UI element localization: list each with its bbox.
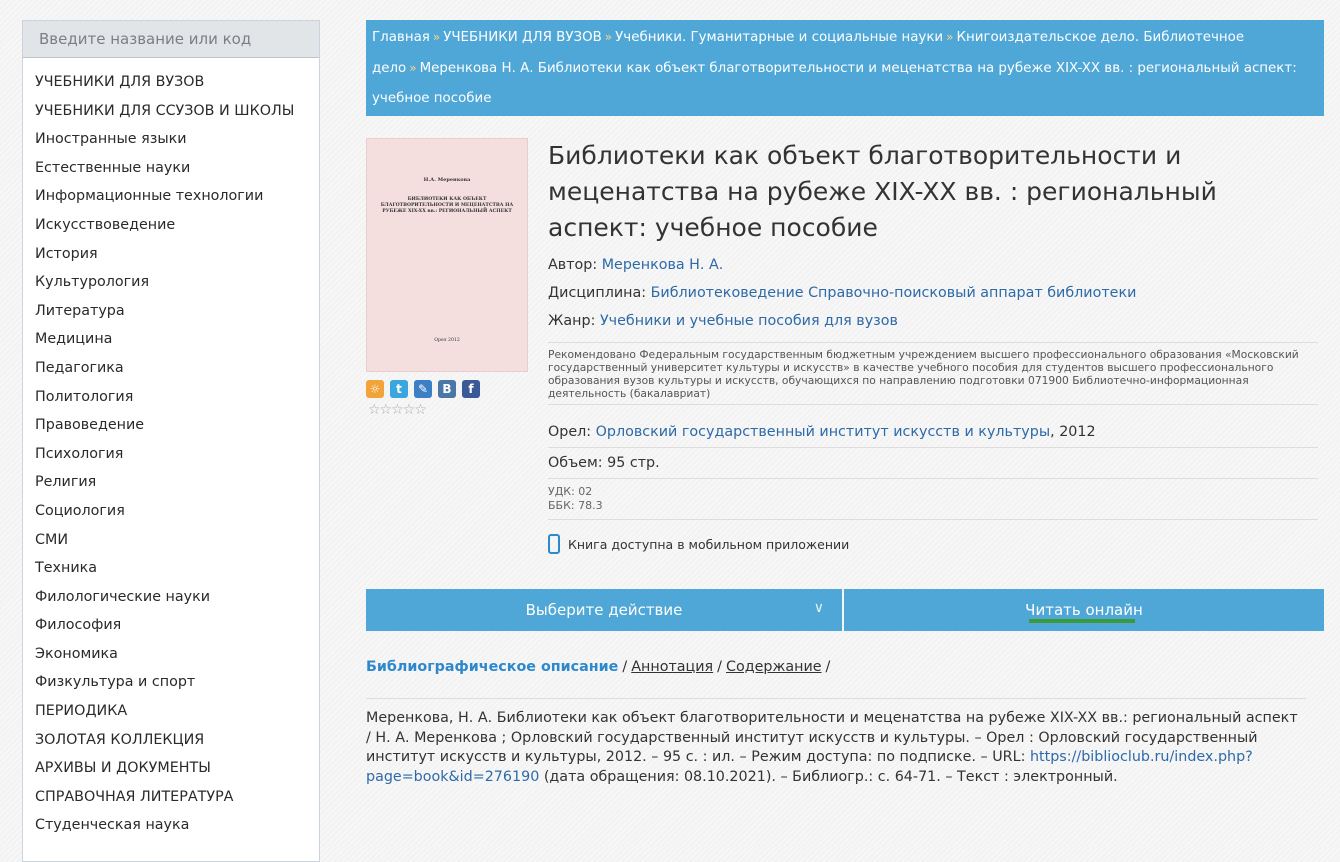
tab-separator: / xyxy=(622,659,628,675)
sidebar-item[interactable]: АРХИВЫ И ДОКУМЕНТЫ xyxy=(35,754,319,783)
city-label: Орел: xyxy=(548,424,596,440)
breadcrumb-separator: » xyxy=(409,61,417,75)
livejournal-icon[interactable]: ✎ xyxy=(414,380,432,398)
classification-codes: УДК: 02 ББК: 78.3 xyxy=(548,479,1318,520)
action-bar: Выберите действие ∨ Читать онлайн xyxy=(366,589,1324,631)
sidebar-item[interactable]: УЧЕБНИКИ ДЛЯ ВУЗОВ xyxy=(35,68,319,97)
facebook-icon[interactable]: f xyxy=(462,380,480,398)
sidebar-item[interactable]: Правоведение xyxy=(35,411,319,440)
author-line: Автор: Меренкова Н. А. xyxy=(548,256,1318,274)
vk-like-icon[interactable]: ☼ xyxy=(366,380,384,398)
sidebar-item[interactable]: ПЕРИОДИКА xyxy=(35,697,319,726)
tab-separator: / xyxy=(717,659,722,675)
author-link[interactable]: Меренкова Н. А. xyxy=(602,257,724,273)
cover-author: Н.А. Меренкова xyxy=(423,177,471,183)
biblio-text-end: (дата обращения: 08.10.2021). – Библиогр… xyxy=(539,768,1118,785)
sidebar: УЧЕБНИКИ ДЛЯ ВУЗОВ УЧЕБНИКИ ДЛЯ ССУЗОВ И… xyxy=(22,20,320,862)
publisher-line: Орел: Орловский государственный институт… xyxy=(548,421,1318,448)
mobile-availability-text: Книга доступна в мобильном приложении xyxy=(568,536,850,552)
book-info: Библиотеки как объект благотворительност… xyxy=(548,138,1318,554)
twitter-icon[interactable]: t xyxy=(390,380,408,398)
cover-city-year: Орел 2012 xyxy=(434,338,460,343)
sidebar-item[interactable]: Религия xyxy=(35,468,319,497)
publish-year: , 2012 xyxy=(1050,424,1096,440)
sidebar-item[interactable]: ЗОЛОТАЯ КОЛЛЕКЦИЯ xyxy=(35,726,319,755)
tab-bibliographic-description[interactable]: Библиографическое описание xyxy=(366,659,618,675)
tab-contents[interactable]: Содержание xyxy=(726,659,822,675)
sidebar-item[interactable]: Политология xyxy=(35,383,319,412)
phone-icon xyxy=(548,534,560,554)
sidebar-item[interactable]: Информационные технологии xyxy=(35,182,319,211)
book-card: Н.А. Меренкова БИБЛИОТЕКИ КАК ОБЪЕКТ БЛА… xyxy=(366,138,1324,785)
sidebar-item[interactable]: Филологические науки xyxy=(35,583,319,612)
select-action-label: Выберите действие xyxy=(525,601,683,619)
sidebar-item[interactable]: Экономика xyxy=(35,640,319,669)
sidebar-item[interactable]: Техника xyxy=(35,554,319,583)
vkontakte-icon[interactable]: B xyxy=(438,380,456,398)
search-box xyxy=(23,21,319,58)
sidebar-item[interactable]: Психология xyxy=(35,440,319,469)
search-input[interactable] xyxy=(37,29,319,49)
sidebar-item[interactable]: Литература xyxy=(35,297,319,326)
book-title: Библиотеки как объект благотворительност… xyxy=(548,141,1217,242)
breadcrumb: Главная» УЧЕБНИКИ ДЛЯ ВУЗОВ» Учебники. Гум… xyxy=(366,20,1324,116)
cover-title: БИБЛИОТЕКИ КАК ОБЪЕКТ БЛАГОТВОРИТЕЛЬНОСТ… xyxy=(380,197,514,214)
discipline-link[interactable]: Библиотековедение Справочно-поисковый ап… xyxy=(651,285,1137,301)
read-online-label: Читать онлайн xyxy=(1025,601,1143,619)
description-tabs: Библиографическое описание / Аннотация / Сод… xyxy=(366,659,834,675)
sidebar-item[interactable]: Физкультура и спорт xyxy=(35,668,319,697)
breadcrumb-separator: » xyxy=(946,30,954,44)
recommendation-text: Рекомендовано Федеральным государственны… xyxy=(548,342,1318,405)
main-content: Главная» УЧЕБНИКИ ДЛЯ ВУЗОВ» Учебники. Гум… xyxy=(366,20,1324,785)
share-buttons: ☼ t ✎ B f xyxy=(366,380,480,398)
discipline-line: Дисциплина: Библиотековедение Справочно-… xyxy=(548,284,1318,302)
rating-stars[interactable]: ☆☆☆☆☆ xyxy=(368,402,427,418)
genre-line: Жанр: Учебники и учебные пособия для вуз… xyxy=(548,312,1318,330)
sidebar-item[interactable]: СМИ xyxy=(35,526,319,555)
author-label: Автор: xyxy=(548,257,602,273)
breadcrumb-current: Меренкова Н. А. Библиотеки как объект бл… xyxy=(372,61,1297,106)
publisher-link[interactable]: Орловский государственный институт искус… xyxy=(596,424,1051,440)
discipline-label: Дисциплина: xyxy=(548,285,651,301)
genre-label: Жанр: xyxy=(548,313,600,329)
mobile-availability: Книга доступна в мобильном приложении xyxy=(548,534,1318,554)
sidebar-item[interactable]: Философия xyxy=(35,611,319,640)
tab-separator: / xyxy=(825,659,831,675)
read-online-button[interactable]: Читать онлайн xyxy=(844,589,1324,631)
category-list: УЧЕБНИКИ ДЛЯ ВУЗОВ УЧЕБНИКИ ДЛЯ ССУЗОВ И… xyxy=(23,58,319,840)
sidebar-item[interactable]: Студенческая наука xyxy=(35,811,319,840)
sidebar-item[interactable]: УЧЕБНИКИ ДЛЯ ССУЗОВ И ШКОЛЫ xyxy=(35,97,319,126)
bibliographic-description: Меренкова, Н. А. Библиотеки как объект б… xyxy=(366,698,1306,787)
bbk-code: ББК: 78.3 xyxy=(548,499,603,512)
read-online-highlight xyxy=(1029,619,1135,623)
sidebar-item[interactable]: Педагогика xyxy=(35,354,319,383)
sidebar-item[interactable]: Естественные науки xyxy=(35,154,319,183)
breadcrumb-home[interactable]: Главная xyxy=(372,30,430,45)
tab-annotation[interactable]: Аннотация xyxy=(631,659,713,675)
sidebar-item[interactable]: Культурология xyxy=(35,268,319,297)
genre-link[interactable]: Учебники и учебные пособия для вузов xyxy=(600,313,898,329)
chevron-down-icon: ∨ xyxy=(813,600,824,616)
breadcrumb-item[interactable]: Учебники. Гуманитарные и социальные наук… xyxy=(615,30,943,45)
sidebar-item[interactable]: Медицина xyxy=(35,325,319,354)
select-action-dropdown[interactable]: Выберите действие ∨ xyxy=(366,589,842,631)
sidebar-item[interactable]: Иностранные языки xyxy=(35,125,319,154)
sidebar-item[interactable]: История xyxy=(35,240,319,269)
sidebar-item[interactable]: Социология xyxy=(35,497,319,526)
breadcrumb-item[interactable]: УЧЕБНИКИ ДЛЯ ВУЗОВ xyxy=(443,30,602,45)
sidebar-item[interactable]: Искусствоведение xyxy=(35,211,319,240)
book-cover[interactable]: Н.А. Меренкова БИБЛИОТЕКИ КАК ОБЪЕКТ БЛА… xyxy=(366,138,528,372)
breadcrumb-separator: » xyxy=(432,30,441,44)
volume-line: Объем: 95 стр. xyxy=(548,448,1318,479)
sidebar-item[interactable]: СПРАВОЧНАЯ ЛИТЕРАТУРА xyxy=(35,783,319,812)
breadcrumb-separator: » xyxy=(604,30,613,44)
udk-code: УДК: 02 xyxy=(548,485,593,498)
